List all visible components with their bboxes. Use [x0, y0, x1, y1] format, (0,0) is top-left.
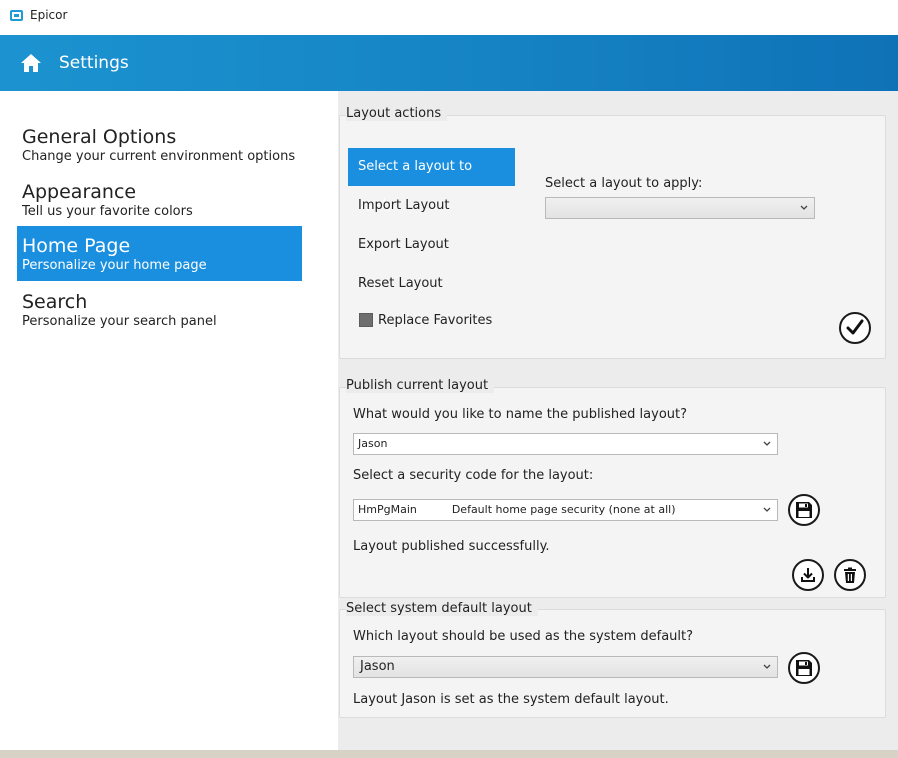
nav-item-title: Appearance [22, 181, 137, 203]
bottom-strip [0, 750, 898, 758]
publish-name-label: What would you like to name the publishe… [353, 407, 688, 422]
chevron-down-icon [763, 664, 771, 669]
nav-item-subtitle: Personalize your home page [22, 258, 207, 273]
system-default-question: Which layout should be used as the syste… [353, 629, 694, 644]
home-icon[interactable] [20, 52, 42, 74]
nav-item-general-options[interactable]: General Options Change your current envi… [17, 117, 302, 172]
download-layout-button[interactable] [792, 559, 824, 591]
select-layout-label: Select a layout to apply: [545, 176, 703, 191]
save-icon [796, 502, 812, 518]
nav-item-search[interactable]: Search Personalize your search panel [17, 282, 302, 337]
system-default-dropdown[interactable]: Jason [353, 656, 778, 678]
publish-name-combo[interactable]: Jason [353, 433, 778, 455]
nav-item-subtitle: Change your current environment options [22, 149, 296, 164]
import-layout-action[interactable]: Import Layout [348, 187, 515, 225]
layout-actions-title: Layout actions [346, 106, 448, 121]
publish-layout-title: Publish current layout [346, 378, 495, 393]
window-titlebar: Epicor [0, 0, 898, 35]
nav-item-subtitle: Tell us your favorite colors [22, 204, 193, 219]
chevron-down-icon [800, 205, 808, 210]
export-layout-action[interactable]: Export Layout [348, 226, 515, 264]
download-icon [801, 568, 815, 582]
replace-favorites-checkbox[interactable] [359, 313, 373, 327]
select-layout-action[interactable]: Select a layout to apply: [348, 148, 515, 212]
page-title: Settings [59, 53, 129, 73]
layout-select-dropdown[interactable] [545, 197, 815, 219]
save-published-layout-button[interactable] [788, 494, 820, 526]
dropdown-value: Jason [360, 659, 395, 674]
nav-item-title: Search [22, 291, 88, 313]
security-code-label: Select a security code for the layout: [353, 468, 594, 483]
checkmark-icon [846, 319, 864, 335]
settings-header: Settings [0, 35, 898, 91]
epicor-app-icon [10, 10, 23, 21]
delete-layout-button[interactable] [834, 559, 866, 591]
window-title: Epicor [30, 8, 68, 22]
replace-favorites-label: Replace Favorites [378, 313, 493, 328]
system-default-title: Select system default layout [346, 601, 538, 616]
save-icon [796, 660, 812, 676]
trash-icon [844, 567, 856, 583]
apply-layout-button[interactable] [839, 312, 871, 344]
nav-item-title: General Options [22, 126, 177, 148]
nav-item-subtitle: Personalize your search panel [22, 314, 217, 329]
nav-item-appearance[interactable]: Appearance Tell us your favorite colors [17, 172, 302, 227]
reset-layout-action[interactable]: Reset Layout [348, 265, 515, 303]
nav-item-title: Home Page [22, 235, 131, 257]
publish-status-text: Layout published successfully. [353, 539, 550, 554]
chevron-down-icon [763, 441, 771, 446]
save-system-default-button[interactable] [788, 652, 820, 684]
dropdown-value: Jason [358, 437, 388, 450]
security-code-dropdown[interactable]: HmPgMain Default home page security (non… [353, 499, 778, 521]
system-default-status: Layout Jason is set as the system defaul… [353, 692, 669, 707]
chevron-down-icon [763, 507, 771, 512]
dropdown-value: HmPgMain Default home page security (non… [358, 503, 676, 516]
nav-item-home-page[interactable]: Home Page Personalize your home page [17, 226, 302, 281]
